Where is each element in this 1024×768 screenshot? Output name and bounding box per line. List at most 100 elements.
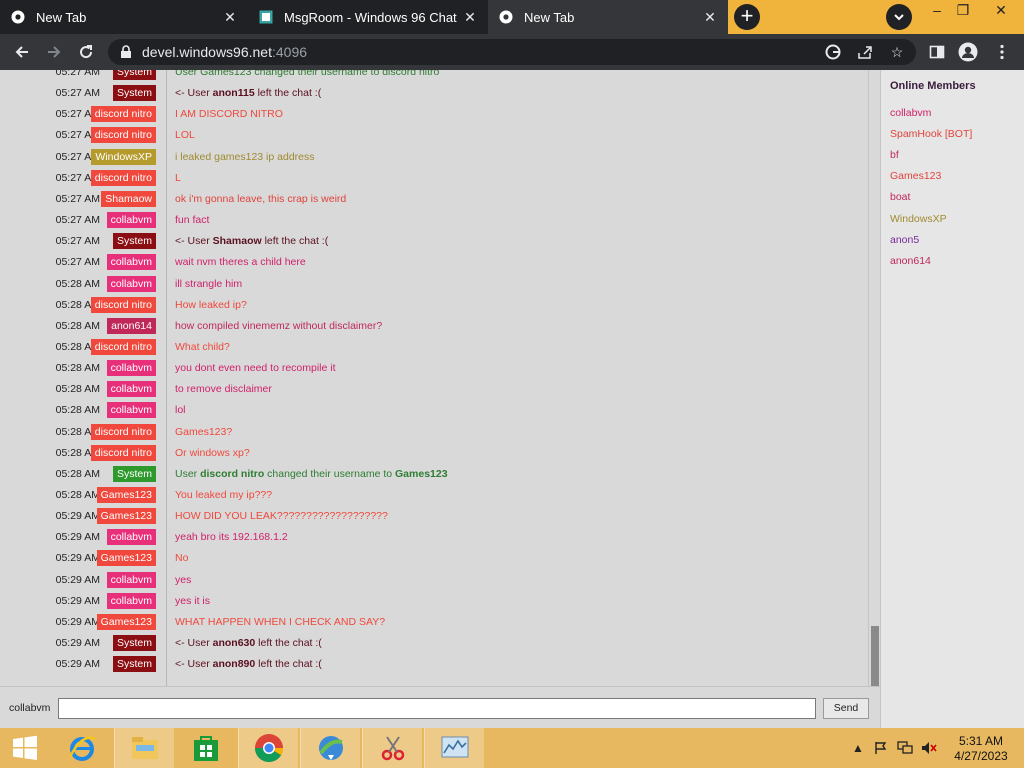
message-username-badge[interactable]: collabvm	[106, 402, 156, 419]
message-text: WHAT HAPPEN WHEN I CHECK AND SAY?	[175, 615, 386, 628]
reload-button[interactable]	[74, 40, 98, 64]
message-text: User discord nitro changed their usernam…	[175, 468, 448, 480]
side-panel-icon[interactable]	[927, 42, 947, 62]
download-manager-taskbar[interactable]	[300, 728, 360, 768]
message-username-badge[interactable]: collabvm	[106, 360, 156, 377]
kebab-menu-icon[interactable]	[992, 42, 1012, 62]
chat-divider	[166, 70, 167, 686]
message-username-badge[interactable]: System	[112, 656, 156, 673]
message-username-badge[interactable]: collabvm	[106, 275, 156, 292]
message-text: <- User anon115 left the chat :(	[175, 87, 321, 99]
online-member[interactable]: anon5	[890, 234, 919, 246]
close-window-button[interactable]: ✕	[986, 0, 1016, 22]
bookmark-star-icon[interactable]: ☆	[888, 43, 906, 61]
tab-new-tab-2[interactable]: New Tab ✕	[488, 0, 728, 34]
tab-new-tab-1[interactable]: New Tab ✕	[0, 0, 248, 34]
message-text: to remove disclaimer	[175, 383, 272, 396]
chat-message: 05:28 AM discord nitro Or windows xp?	[0, 443, 868, 464]
snipping-tool-taskbar[interactable]	[362, 728, 422, 768]
online-member[interactable]: collabvm	[890, 107, 931, 119]
profile-avatar-icon[interactable]	[958, 42, 978, 62]
message-username-badge[interactable]: discord nitro	[90, 296, 156, 313]
lock-icon[interactable]	[120, 45, 132, 64]
online-members-heading: Online Members	[890, 80, 976, 92]
close-tab-icon[interactable]: ✕	[702, 9, 718, 25]
message-username-badge[interactable]: Games123	[96, 613, 156, 630]
chat-message: 05:28 AM collabvm to remove disclaimer	[0, 379, 868, 400]
message-username-badge[interactable]: discord nitro	[90, 106, 156, 123]
message-text: yes	[175, 573, 192, 586]
resource-monitor-taskbar[interactable]	[424, 728, 484, 768]
message-username-badge[interactable]: collabvm	[106, 592, 156, 609]
online-member[interactable]: WindowsXP	[890, 213, 947, 225]
store-taskbar[interactable]	[176, 728, 236, 768]
share-icon[interactable]	[856, 43, 874, 61]
chrome-taskbar[interactable]	[238, 728, 298, 768]
message-username-badge[interactable]: collabvm	[106, 381, 156, 398]
chat-message: 05:27 AM System User Games123 changed thei…	[0, 70, 868, 83]
tab-title: New Tab	[36, 9, 87, 25]
message-username-badge[interactable]: System	[112, 635, 156, 652]
taskbar-clock[interactable]: 5:31 AM 4/27/2023	[948, 734, 1014, 764]
chat-message: 05:28 AM anon614 how compiled vinememz wit…	[0, 316, 868, 337]
tab-msgroom[interactable]: MsgRoom - Windows 96 Chat ✕	[248, 0, 488, 34]
action-center-flag-icon[interactable]	[873, 740, 889, 756]
chat-message: 05:27 AM collabvm fun fact	[0, 210, 868, 231]
message-username-badge[interactable]: discord nitro	[90, 444, 156, 461]
online-member[interactable]: SpamHook [BOT]	[890, 128, 972, 140]
online-member[interactable]: bf	[890, 149, 899, 161]
message-text: how compiled vinememz without disclaimer…	[175, 319, 383, 332]
chat-message: 05:29 AM collabvm yes it is	[0, 591, 868, 612]
volume-muted-icon[interactable]	[921, 740, 937, 756]
message-text-part: User	[175, 467, 201, 480]
monitor-chart-icon	[441, 736, 468, 758]
online-member[interactable]: anon614	[890, 255, 931, 267]
restore-button[interactable]: ❐	[948, 0, 978, 22]
message-username-badge[interactable]: Shamaow	[101, 190, 156, 207]
chat-message: 05:29 AM System <- User anon890 left the c…	[0, 654, 868, 675]
message-username-badge[interactable]: System	[112, 85, 156, 102]
scrollbar-thumb[interactable]	[871, 626, 879, 686]
show-hidden-icons-icon[interactable]: ▲	[850, 740, 866, 756]
new-tab-button[interactable]: +	[734, 4, 760, 30]
message-username-badge[interactable]: collabvm	[106, 529, 156, 546]
message-input[interactable]	[58, 698, 816, 719]
message-username-badge[interactable]: System	[112, 233, 156, 250]
message-username-mention: Games123	[395, 467, 448, 480]
message-username-badge[interactable]: discord nitro	[90, 423, 156, 440]
file-explorer-taskbar[interactable]	[114, 728, 174, 768]
online-member[interactable]: boat	[890, 191, 910, 203]
google-lens-icon[interactable]	[824, 43, 842, 61]
message-username-badge[interactable]: discord nitro	[90, 127, 156, 144]
message-username-badge[interactable]: Games123	[96, 508, 156, 525]
close-tab-icon[interactable]: ✕	[222, 9, 238, 25]
message-username-badge[interactable]: System	[112, 70, 156, 80]
chat-scrollbar[interactable]	[868, 70, 880, 686]
start-button[interactable]	[0, 728, 50, 768]
message-text: I AM DISCORD NITRO	[175, 108, 283, 121]
message-username-badge[interactable]: discord nitro	[90, 338, 156, 355]
address-bar[interactable]: devel.windows96.net:4096 ☆	[108, 39, 916, 65]
message-timestamp: 05:29 AM	[55, 531, 100, 544]
chat-message: 05:28 AM System User discord nitro changed…	[0, 464, 868, 485]
message-username-badge[interactable]: collabvm	[106, 571, 156, 588]
tab-search-button[interactable]	[886, 4, 912, 30]
message-text: What child?	[175, 340, 230, 353]
nickname-label[interactable]: collabvm	[9, 702, 50, 714]
message-username-badge[interactable]: Games123	[96, 550, 156, 567]
message-username-badge[interactable]: discord nitro	[90, 169, 156, 186]
send-button[interactable]: Send	[823, 698, 869, 719]
internet-explorer-taskbar[interactable]	[52, 728, 112, 768]
message-username-badge[interactable]: Games123	[96, 487, 156, 503]
message-username-badge[interactable]: System	[112, 465, 156, 482]
message-username-badge[interactable]: collabvm	[106, 254, 156, 271]
message-username-badge[interactable]: collabvm	[106, 212, 156, 229]
network-icon[interactable]	[897, 740, 913, 756]
back-button[interactable]	[10, 40, 34, 64]
close-tab-icon[interactable]: ✕	[462, 9, 478, 25]
scissors-icon	[381, 736, 404, 761]
message-username-badge[interactable]: WindowsXP	[91, 148, 156, 165]
forward-button[interactable]	[42, 40, 66, 64]
online-member[interactable]: Games123	[890, 170, 941, 182]
message-username-badge[interactable]: anon614	[107, 317, 156, 334]
